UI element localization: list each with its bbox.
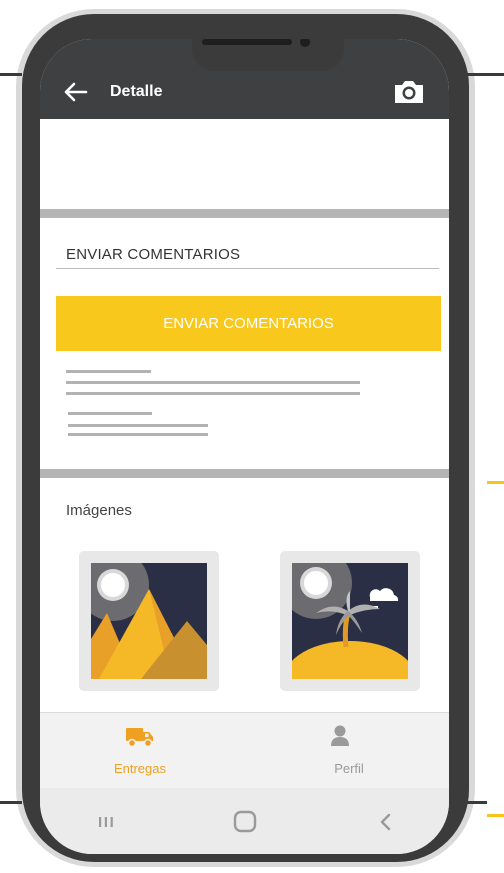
- skeleton-line: [68, 424, 208, 427]
- island-image: [292, 563, 408, 679]
- tab-entregas[interactable]: Entregas: [40, 713, 240, 789]
- phone-notch: [192, 39, 344, 71]
- page-title: Detalle: [110, 83, 163, 100]
- person-icon: [331, 725, 349, 746]
- skeleton-line: [68, 433, 208, 436]
- system-navigation-bar: [40, 788, 449, 854]
- truck-icon: [126, 728, 153, 748]
- tab-perfil-label: Perfil: [334, 761, 364, 776]
- skeleton-line: [68, 412, 152, 415]
- front-camera: [300, 39, 310, 47]
- side-line-right-top: [467, 73, 504, 76]
- recents-icon[interactable]: [98, 815, 114, 829]
- arrow-left-icon[interactable]: [62, 81, 90, 103]
- skeleton-line: [66, 370, 151, 373]
- bottom-navigation: Entregas Perfil: [40, 712, 449, 789]
- side-line-right-bottom: [467, 801, 487, 804]
- tab-entregas-label: Entregas: [113, 761, 167, 776]
- comment-input-label[interactable]: ENVIAR COMENTARIOS: [66, 246, 240, 263]
- image-thumbnail-island[interactable]: [280, 551, 420, 691]
- send-comments-button[interactable]: ENVIAR COMENTARIOS: [56, 296, 441, 351]
- section-divider: [40, 469, 449, 478]
- speaker-grill: [202, 39, 292, 45]
- accent-line-top: [487, 481, 504, 484]
- back-icon[interactable]: [378, 812, 394, 832]
- side-line-left-top: [0, 73, 22, 76]
- home-icon[interactable]: [233, 810, 259, 834]
- accent-line-bottom: [487, 814, 504, 817]
- pyramids-image: [91, 563, 207, 679]
- image-thumbnail-pyramids[interactable]: [79, 551, 219, 691]
- section-divider: [40, 209, 449, 218]
- camera-icon[interactable]: [392, 78, 426, 106]
- phone-screen: Detalle ENVIAR COMENTARIOS ENVIAR COMENT…: [40, 39, 449, 854]
- images-section-title: Imágenes: [66, 502, 132, 519]
- skeleton-line: [66, 392, 360, 395]
- tab-perfil[interactable]: Perfil: [249, 713, 449, 789]
- comment-input-underline: [56, 268, 439, 269]
- side-line-left-bottom: [0, 801, 22, 804]
- skeleton-line: [66, 381, 360, 384]
